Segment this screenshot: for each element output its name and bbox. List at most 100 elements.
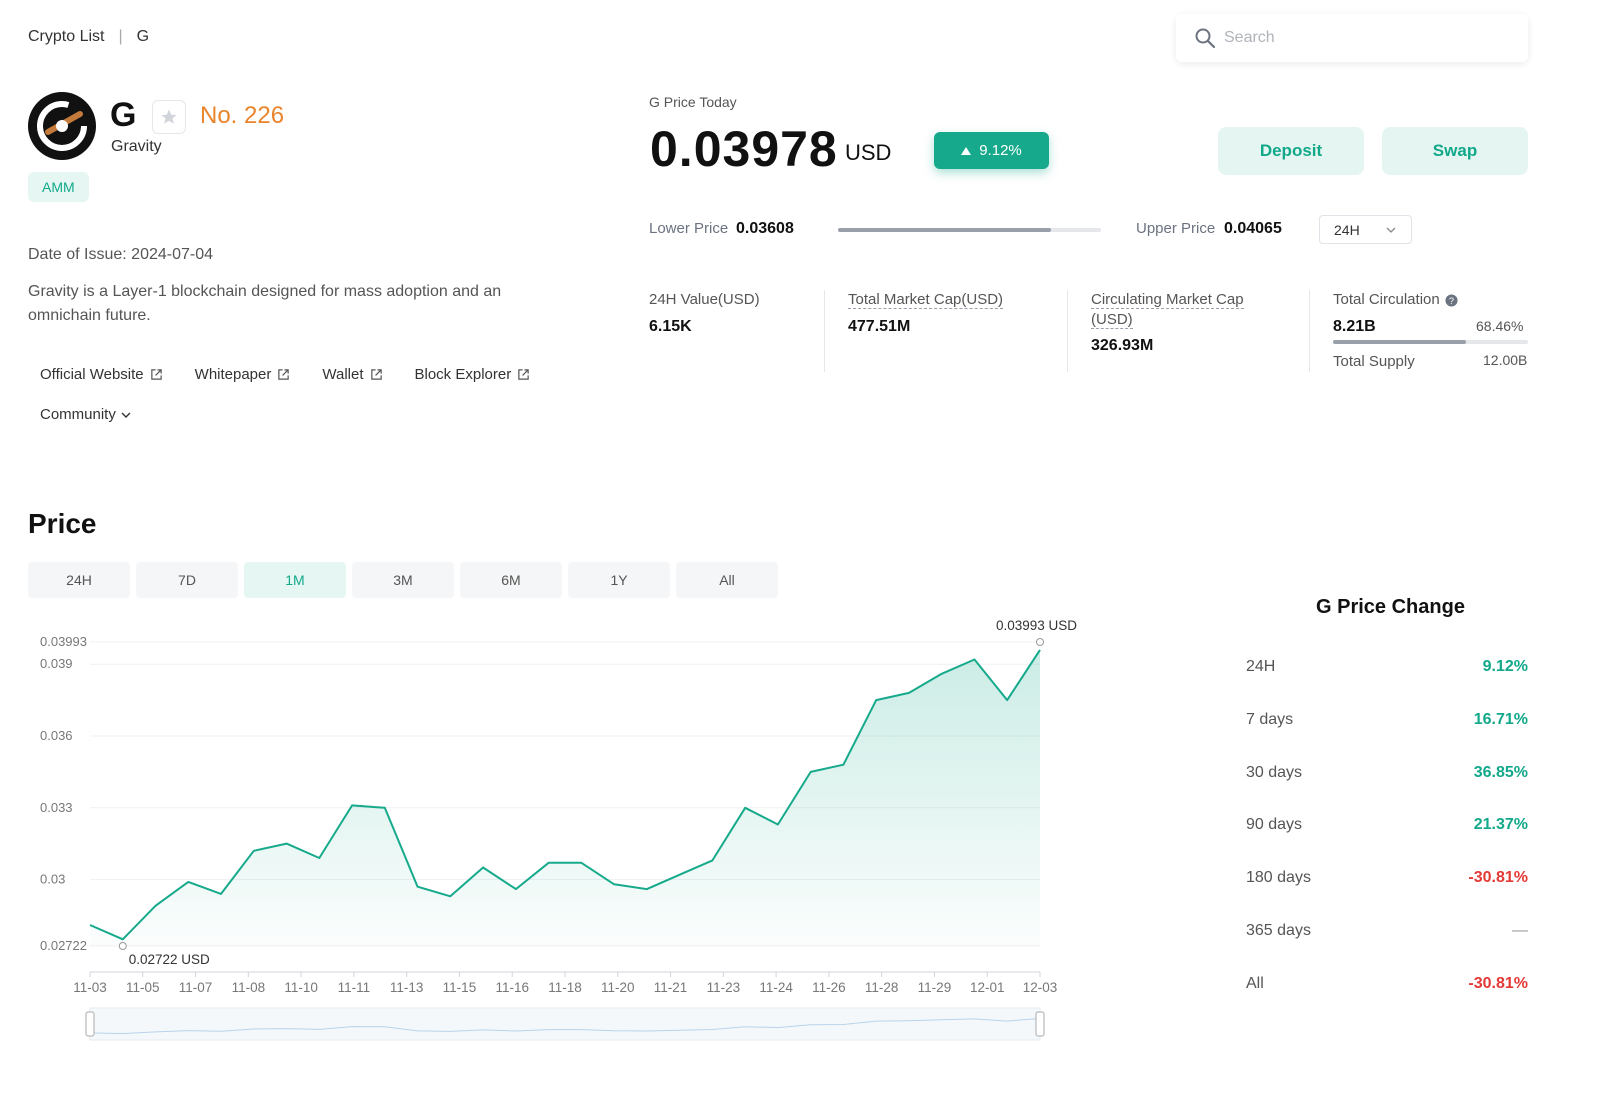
triangle-up-icon [961,146,972,155]
max-price-label: 0.03993 USD [996,618,1077,633]
svg-text:?: ? [1449,295,1454,305]
x-tick-label: 11-11 [338,980,371,995]
price-unit: USD [845,140,892,165]
wallet-link[interactable]: Wallet [322,366,382,383]
x-tick-label: 11-05 [126,980,160,995]
lower-price-label: Lower Price [649,220,729,237]
whitepaper-label: Whitepaper [194,366,272,383]
x-tick-label: 11-28 [865,980,899,995]
stat-divider [1309,290,1310,372]
breadcrumb-current: G [136,28,150,45]
supply-value: 12.00B [1483,352,1528,368]
tab-1m[interactable]: 1M [244,562,346,598]
price-range-fill [838,228,1052,232]
search-icon [1195,28,1216,49]
deposit-button[interactable]: Deposit [1218,127,1364,175]
x-tick-label: 11-10 [284,980,318,995]
block-explorer-link[interactable]: Block Explorer [415,366,531,383]
x-tick-label: 11-07 [179,980,213,995]
range-period-select[interactable]: 24H [1319,215,1412,244]
circulation-bar-fill [1333,340,1467,344]
x-tick-label: 11-26 [812,980,846,995]
x-tick-label: 11-29 [918,980,952,995]
price-change-row: 180 days -30.81% [1246,869,1528,887]
community-dropdown[interactable]: Community [40,406,132,423]
circulation-label: Total Circulation [1333,291,1440,308]
price-change-period: 7 days [1246,710,1294,728]
circulation-value: 8.21B [1333,318,1376,335]
external-link-icon [370,369,382,380]
tab-24h[interactable]: 24H [28,562,130,598]
tab-6m[interactable]: 6M [460,562,562,598]
stat-divider [1067,290,1068,372]
x-tick-label: 11-20 [601,980,635,995]
x-tick-label: 11-21 [654,980,688,995]
x-tick-label: 11-15 [443,980,477,995]
tab-7d[interactable]: 7D [136,562,238,598]
favorite-button[interactable] [152,100,186,134]
x-tick-label: 11-08 [232,980,266,995]
price-change-row: 7 days 16.71% [1246,711,1528,729]
max-marker [1036,638,1044,646]
chevron-down-icon [1386,227,1396,233]
price-chart[interactable]: 0.03993 0.039 0.036 0.033 0.03 0.02722 11-03 11… [28,612,1098,1052]
external-link-icon [278,369,290,380]
value-24h: 6.15K [649,318,692,335]
market-cap-value: 477.51M [848,318,911,335]
token-tag: AMM [28,172,89,202]
token-rank: No. 226 [200,102,285,129]
price-change-row: All -30.81% [1246,975,1528,993]
price-change-value: -30.81% [1468,869,1528,887]
search-box[interactable] [1176,14,1528,62]
circ-cap-value: 326.93M [1091,337,1154,354]
price-range-bar [838,228,1101,232]
external-link-icon [150,369,162,380]
navigator-handle-left[interactable] [85,1011,95,1037]
circ-cap-label-unit: (USD) [1091,311,1133,329]
x-tick-label: 12-03 [1023,980,1058,995]
period-tabs: 24H 7D 1M 3M 6M 1Y All [28,562,778,598]
supply-label: Total Supply [1333,353,1415,370]
price-change-title: G Price Change [1316,596,1465,618]
help-icon[interactable]: ? [1445,293,1458,307]
x-tick-label: 11-13 [390,980,424,995]
breadcrumb-separator: | [118,28,123,45]
official-website-label: Official Website [40,366,144,383]
price-change-row: 24H 9.12% [1246,658,1528,676]
x-tick-label: 11-18 [548,980,582,995]
chevron-down-icon [121,412,131,418]
breadcrumb-root-link[interactable]: Crypto List [28,28,104,46]
official-website-link[interactable]: Official Website [40,366,163,383]
price-change-value: 9.12% [979,142,1022,159]
token-description: Gravity is a Layer-1 blockchain designed… [28,283,502,324]
issue-date: Date of Issue: 2024-07-04 [28,246,214,263]
swap-button[interactable]: Swap [1382,127,1528,175]
tab-3m[interactable]: 3M [352,562,454,598]
tab-all[interactable]: All [676,562,778,598]
y-tick-label: 0.033 [40,800,73,815]
whitepaper-link[interactable]: Whitepaper [195,366,291,383]
navigator-handle-right[interactable] [1035,1011,1045,1037]
external-links: Official Website Whitepaper Wallet Block… [40,366,530,383]
price-change-row: 90 days 21.37% [1246,816,1528,834]
price-change-period: 24H [1246,658,1276,675]
search-input[interactable] [1224,29,1504,47]
price-change-value: — [1512,922,1528,939]
price-section-title: Price [28,508,97,539]
price-change-value: 9.12% [1482,658,1528,675]
price-change-period: 90 days [1246,816,1303,834]
x-tick-label: 11-23 [707,980,741,995]
x-tick-label: 11-03 [73,980,107,995]
tab-1y[interactable]: 1Y [568,562,670,598]
community-label: Community [40,406,116,423]
y-tick-label: 0.039 [40,656,73,671]
price-today-label: G Price Today [649,94,737,110]
circulation-bar [1333,340,1528,344]
y-tick-label: 0.036 [40,728,73,743]
x-tick-label: 11-16 [495,980,529,995]
price-change-period: 365 days [1246,922,1311,939]
token-symbol: G [110,96,137,134]
price-change-value: 36.85% [1473,763,1528,781]
price-area-fill [90,649,1040,946]
price-change-value: 21.37% [1473,816,1528,834]
